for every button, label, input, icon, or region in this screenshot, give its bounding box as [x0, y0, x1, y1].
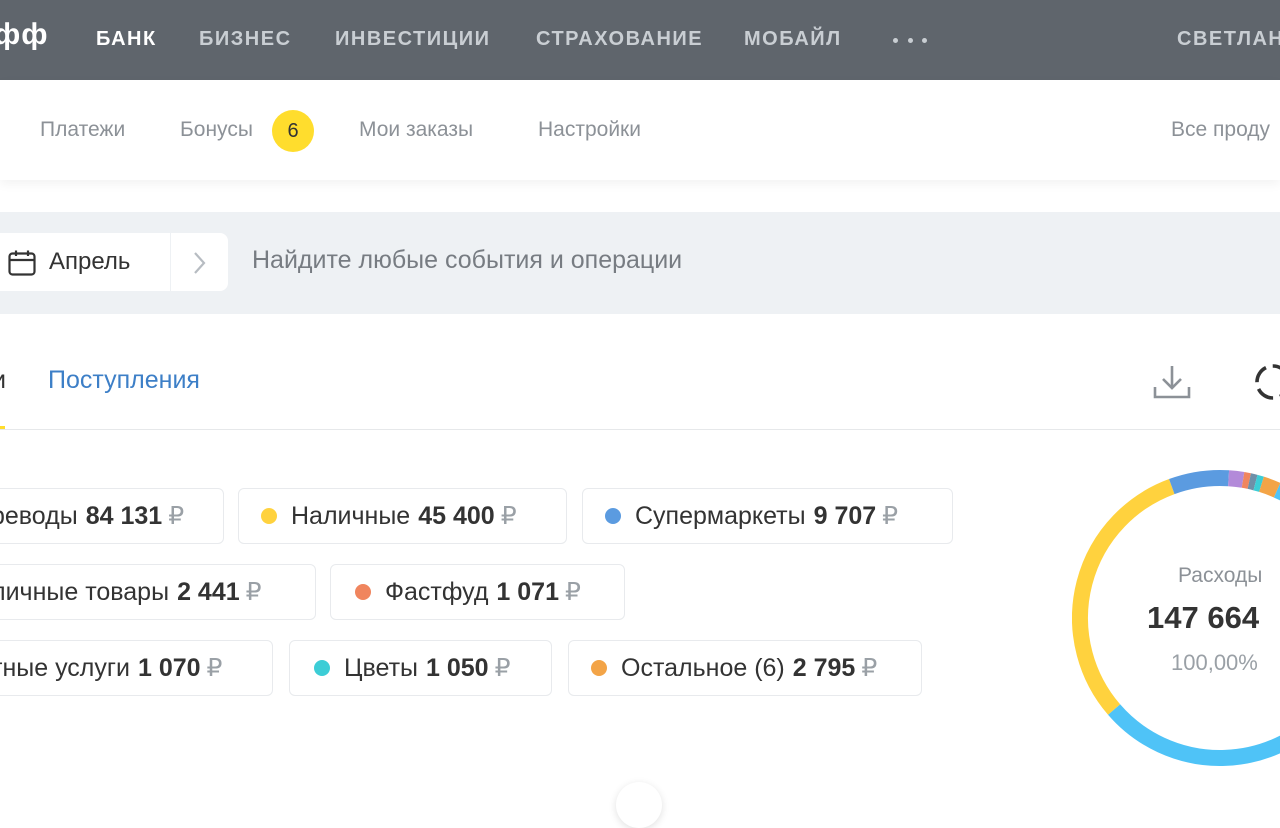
category-dot — [261, 508, 277, 524]
donut-percent: 100,00% — [1171, 650, 1258, 675]
chip-currency: ₽ — [882, 502, 899, 530]
chip-currency: ₽ — [861, 654, 878, 682]
chip-amount: 9 707 — [813, 501, 877, 530]
chip-currency: ₽ — [168, 502, 185, 530]
category-chip-cash[interactable]: Наличные 45 400 ₽ — [238, 488, 567, 544]
tab-income[interactable]: Поступления — [48, 366, 200, 395]
chevron-right-icon[interactable] — [184, 249, 214, 277]
subnav-bonuses[interactable]: Бонусы — [180, 118, 253, 142]
chip-label: тные услуги — [0, 653, 130, 682]
subnav-payments[interactable]: Платежи — [40, 118, 125, 142]
category-dot — [314, 660, 330, 676]
chip-amount: 1 050 — [426, 653, 489, 682]
donut-segment-1[interactable] — [1072, 479, 1175, 715]
scroll-down-button[interactable] — [616, 782, 662, 828]
chip-label: реводы — [0, 501, 78, 530]
chip-currency: ₽ — [206, 654, 223, 682]
category-chip-supermarkets[interactable]: Супермаркеты 9 707 ₽ — [582, 488, 953, 544]
nav-investments[interactable]: ИНВЕСТИЦИИ — [335, 28, 491, 51]
nav-bank[interactable]: БАНК — [96, 28, 157, 51]
calendar-icon — [8, 250, 36, 276]
category-chip-flowers[interactable]: Цветы 1 050 ₽ — [289, 640, 552, 696]
chip-currency: ₽ — [494, 654, 511, 682]
donut-segment-6[interactable] — [1253, 474, 1264, 492]
month-divider — [170, 233, 171, 291]
category-chip-other[interactable]: Остальное (6) 2 795 ₽ — [568, 640, 922, 696]
donut-segment-2[interactable] — [1169, 470, 1230, 495]
nav-insurance[interactable]: СТРАХОВАНИЕ — [536, 28, 703, 51]
loading-spinner-icon[interactable] — [1252, 362, 1280, 402]
chip-label: Остальное (6) — [621, 653, 785, 682]
user-name[interactable]: СВЕТЛАН — [1177, 28, 1280, 51]
category-chip-fastfood[interactable]: Фастфуд 1 071 ₽ — [330, 564, 625, 620]
logo[interactable]: фф — [0, 18, 49, 52]
tabs-divider — [0, 429, 1280, 430]
top-nav: фф БАНК БИЗНЕС ИНВЕСТИЦИИ СТРАХОВАНИЕ МО… — [0, 0, 1280, 80]
chip-label: Супермаркеты — [635, 501, 806, 530]
chip-label: Наличные — [291, 501, 411, 530]
month-selector[interactable]: Апрель — [0, 233, 228, 291]
subnav-all-products[interactable]: Все проду — [1171, 118, 1270, 142]
chip-amount: 84 131 — [85, 501, 163, 530]
chip-currency: ₽ — [564, 578, 581, 606]
chip-amount: 2 795 — [792, 653, 856, 682]
donut-total: 147 664 — [1147, 600, 1260, 635]
more-menu-icon[interactable] — [893, 38, 927, 44]
nav-mobile[interactable]: МОБАЙЛ — [744, 28, 842, 51]
chip-amount: 1 071 — [496, 577, 559, 606]
sub-nav: Платежи Бонусы 6 Мои заказы Настройки Вс… — [0, 80, 1280, 180]
chip-currency: ₽ — [500, 502, 517, 530]
donut-segment-5[interactable] — [1247, 473, 1258, 491]
bonus-count-badge[interactable]: 6 — [272, 110, 314, 152]
chip-label: Цветы — [344, 653, 418, 682]
category-dot — [605, 508, 621, 524]
operations-search-bar: Апрель — [0, 212, 1280, 314]
download-icon[interactable] — [1152, 362, 1192, 402]
chip-label: личные товары — [0, 577, 170, 606]
tab-expenses[interactable]: и — [0, 366, 6, 395]
nav-business[interactable]: БИЗНЕС — [199, 28, 292, 51]
chip-amount: 1 070 — [137, 653, 201, 682]
category-chip-transfers[interactable]: реводы 84 131 ₽ — [0, 488, 224, 544]
category-chip-paid-services[interactable]: тные услуги 1 070 ₽ — [0, 640, 273, 696]
category-chip-personal-goods[interactable]: личные товары 2 441 ₽ — [0, 564, 316, 620]
donut-segment-7[interactable] — [1259, 476, 1280, 498]
donut-title: Расходы — [1178, 564, 1263, 587]
search-input[interactable] — [250, 245, 1154, 276]
chip-amount: 45 400 — [418, 501, 495, 530]
tabs-row: и Поступления — [0, 340, 1280, 430]
chip-amount: 2 441 — [177, 577, 240, 606]
chip-label: Фастфуд — [385, 577, 489, 606]
chip-currency: ₽ — [245, 578, 262, 606]
month-label: Апрель — [49, 248, 131, 275]
category-dot — [591, 660, 607, 676]
subnav-settings[interactable]: Настройки — [538, 118, 641, 142]
category-dot — [355, 584, 371, 600]
donut-segment-3[interactable] — [1228, 470, 1245, 488]
donut-segment-4[interactable] — [1241, 472, 1251, 489]
subnav-my-orders[interactable]: Мои заказы — [359, 118, 473, 142]
